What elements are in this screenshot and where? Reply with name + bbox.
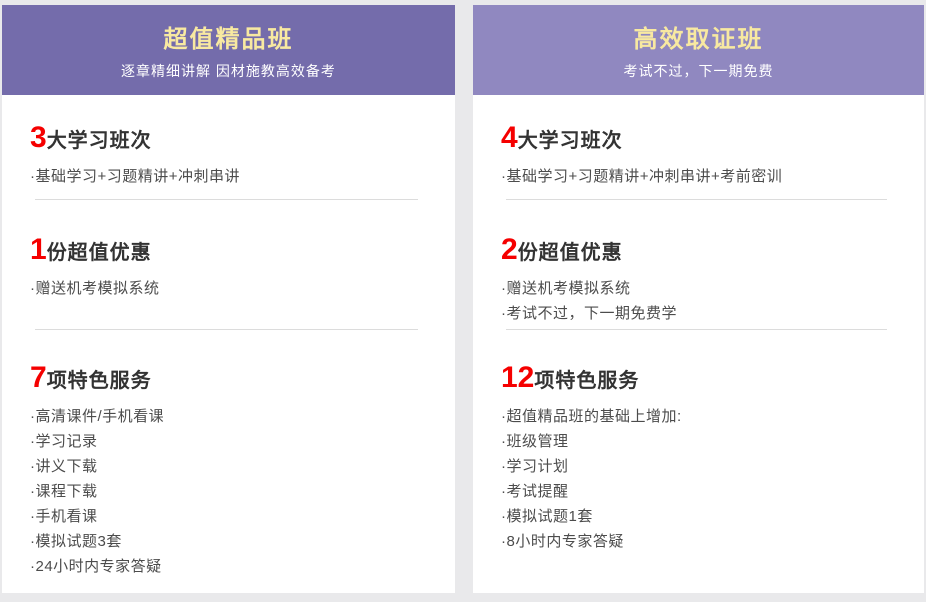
section-title: 大学习班次 <box>518 130 623 152</box>
list-item: ·考试提醒 <box>501 479 904 504</box>
section-study-classes: 3大学习班次 ·基础学习+习题精讲+冲刺串讲 <box>2 95 455 200</box>
list-item: ·赠送机考模拟系统 <box>30 276 435 301</box>
section-count: 4 <box>501 121 518 154</box>
list-item: ·班级管理 <box>501 429 904 454</box>
list-item: ·24小时内专家答疑 <box>30 554 435 579</box>
section-heading: 4大学习班次 <box>501 121 904 160</box>
section-study-classes: 4大学习班次 ·基础学习+习题精讲+冲刺串讲+考前密训 <box>473 95 924 200</box>
list-item: ·模拟试题3套 <box>30 529 435 554</box>
list-item: ·考试不过，下一期免费学 <box>501 301 904 326</box>
list-item: ·8小时内专家答疑 <box>501 529 904 554</box>
course-card-certification: 高效取证班 考试不过，下一期免费 4大学习班次 ·基础学习+习题精讲+冲刺串讲+… <box>473 5 924 593</box>
section-count: 7 <box>30 361 47 394</box>
list-item: ·基础学习+习题精讲+冲刺串讲+考前密训 <box>501 164 904 189</box>
list-item: ·模拟试题1套 <box>501 504 904 529</box>
section-heading: 7项特色服务 <box>30 361 435 400</box>
section-heading: 2份超值优惠 <box>501 233 904 272</box>
list-item: ·讲义下载 <box>30 454 435 479</box>
list-item: ·高清课件/手机看课 <box>30 404 435 429</box>
section-special-services: 7项特色服务 ·高清课件/手机看课 ·学习记录 ·讲义下载 ·课程下载 ·手机看… <box>2 330 455 593</box>
course-card-premium: 超值精品班 逐章精细讲解 因材施教高效备考 3大学习班次 ·基础学习+习题精讲+… <box>2 5 455 593</box>
card-header-premium: 超值精品班 逐章精细讲解 因材施教高效备考 <box>2 5 455 95</box>
section-title: 份超值优惠 <box>518 242 623 264</box>
list-item: ·学习记录 <box>30 429 435 454</box>
list-item: ·手机看课 <box>30 504 435 529</box>
section-title: 项特色服务 <box>47 370 152 392</box>
section-value-offers: 1份超值优惠 ·赠送机考模拟系统 <box>2 200 455 330</box>
card-subtitle: 考试不过，下一期免费 <box>473 61 924 81</box>
card-title: 超值精品班 <box>2 26 455 54</box>
list-item: ·学习计划 <box>501 454 904 479</box>
card-title: 高效取证班 <box>473 26 924 54</box>
card-subtitle: 逐章精细讲解 因材施教高效备考 <box>2 61 455 81</box>
section-count: 2 <box>501 233 518 266</box>
page-background: 超值精品班 逐章精细讲解 因材施教高效备考 3大学习班次 ·基础学习+习题精讲+… <box>0 0 926 602</box>
list-item: ·超值精品班的基础上增加: <box>501 404 904 429</box>
section-heading: 12项特色服务 <box>501 361 904 400</box>
section-count: 12 <box>501 361 534 394</box>
list-item: ·基础学习+习题精讲+冲刺串讲 <box>30 164 435 189</box>
list-item: ·课程下载 <box>30 479 435 504</box>
section-title: 份超值优惠 <box>47 242 152 264</box>
section-heading: 3大学习班次 <box>30 121 435 160</box>
section-title: 项特色服务 <box>534 370 639 392</box>
card-body: 4大学习班次 ·基础学习+习题精讲+冲刺串讲+考前密训 2份超值优惠 ·赠送机考… <box>473 95 924 593</box>
card-body: 3大学习班次 ·基础学习+习题精讲+冲刺串讲 1份超值优惠 ·赠送机考模拟系统 … <box>2 95 455 593</box>
section-count: 3 <box>30 121 47 154</box>
section-special-services: 12项特色服务 ·超值精品班的基础上增加: ·班级管理 ·学习计划 ·考试提醒 … <box>473 330 924 593</box>
section-heading: 1份超值优惠 <box>30 233 435 272</box>
card-header-certification: 高效取证班 考试不过，下一期免费 <box>473 5 924 95</box>
list-item: ·赠送机考模拟系统 <box>501 276 904 301</box>
section-count: 1 <box>30 233 47 266</box>
section-title: 大学习班次 <box>47 130 152 152</box>
section-value-offers: 2份超值优惠 ·赠送机考模拟系统 ·考试不过，下一期免费学 <box>473 200 924 330</box>
